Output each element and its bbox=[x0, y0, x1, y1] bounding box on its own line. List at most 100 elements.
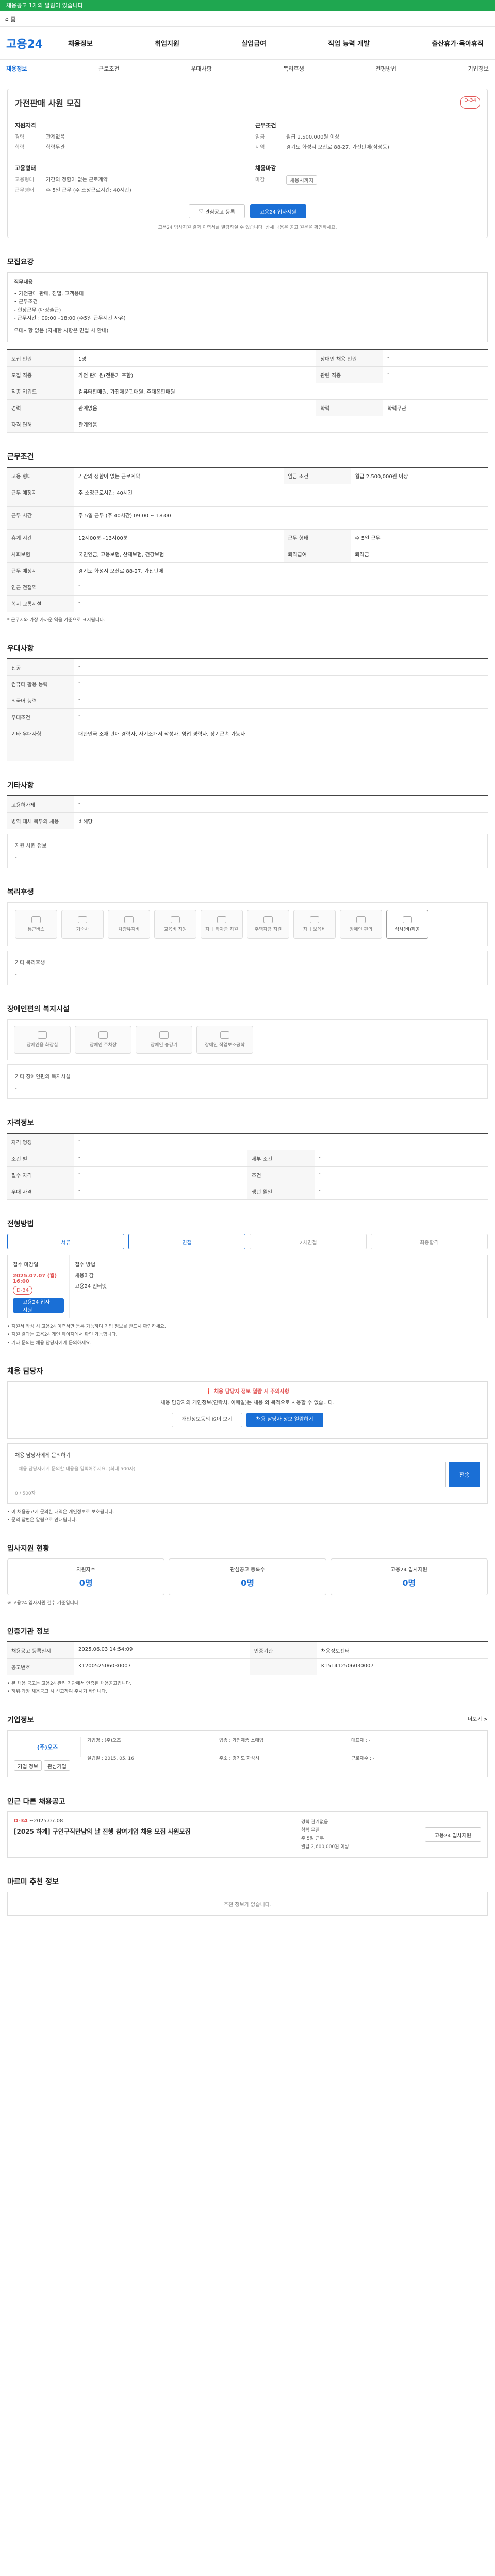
section-title: 전형방법 bbox=[7, 1220, 34, 1228]
req-heading: 지원자격 bbox=[15, 122, 36, 129]
inquiry-label: 채용 담당자에게 문의하기 bbox=[15, 1453, 71, 1459]
cell-value: - bbox=[74, 1166, 248, 1183]
duty-line: 우대사항 없음 (자세한 사항은 면접 시 안내) bbox=[14, 328, 109, 334]
fav-company-button[interactable]: 관심기업 bbox=[43, 1760, 70, 1771]
cell-value: 국민연금, 고용보험, 산재보험, 건강보험 bbox=[74, 546, 284, 563]
other-apply-button[interactable]: 고용24 입사지원 bbox=[424, 1827, 481, 1842]
license-table: 자격 명칭 - 조건 별 - 세부 조건 - 필수 자격 - 조건 - 우대 자격 - 생년 월일… bbox=[7, 1133, 488, 1200]
table-row: 사회보험 국민연금, 고용보험, 산재보험, 건강보험 퇴직급여 퇴직금 bbox=[7, 546, 488, 563]
cell-value: K151412506030007 bbox=[317, 1658, 488, 1675]
tab-company[interactable]: 기업정보 bbox=[468, 64, 488, 73]
book-icon bbox=[171, 916, 180, 923]
tab-recruit[interactable]: 채용정보 bbox=[6, 64, 27, 73]
home-icon[interactable]: ⌂ bbox=[5, 15, 9, 22]
duty-line: • 근무조건 bbox=[14, 299, 38, 305]
info-item: 주소 : 경기도 화성시 bbox=[219, 1756, 259, 1761]
cell-label: 기타 우대사항 bbox=[7, 725, 74, 761]
apply-button[interactable]: 고용24 입사지원 bbox=[250, 204, 306, 218]
tab-selection[interactable]: 전형방법 bbox=[375, 64, 396, 73]
more-link[interactable]: 더보기 > bbox=[468, 1715, 488, 1725]
cell-value: - bbox=[74, 796, 488, 813]
welfare-label: 자녀 보육비 bbox=[303, 927, 326, 933]
cell-label: 조건 bbox=[248, 1166, 315, 1183]
cell-value: - bbox=[74, 1133, 488, 1150]
view-manager-button[interactable]: 채용 담당자 정보 열람하기 bbox=[246, 1413, 323, 1427]
cell-label: 근무 예정지 bbox=[7, 484, 74, 507]
view-without-consent-button[interactable]: 개인정보동의 없이 보기 bbox=[172, 1413, 242, 1427]
menu-item[interactable]: 직업 능력 개발 bbox=[328, 38, 370, 48]
tab-welfare[interactable]: 복리후생 bbox=[283, 64, 304, 73]
welfare-item: 통근버스 bbox=[15, 910, 57, 939]
inquiry-textarea[interactable]: 채용 담당자에게 문의할 내용을 입력해주세요. (최대 500자) bbox=[15, 1462, 446, 1487]
cell-value: - bbox=[74, 595, 488, 612]
tab-preference[interactable]: 우대사항 bbox=[191, 64, 211, 73]
inquiry-area: 채용 담당자에게 문의하기 채용 담당자에게 문의할 내용을 입력해주세요. (… bbox=[7, 1443, 488, 1504]
save-job-button[interactable]: ♡ 관심공고 등록 bbox=[189, 204, 245, 218]
kv-value: 주 5일 근무 (주 소정근로시간: 40시간) bbox=[46, 188, 131, 193]
cell-label: 고용 형태 bbox=[7, 467, 74, 484]
site-logo[interactable]: 고용24 bbox=[6, 35, 68, 52]
notice-banner[interactable]: 채용공고 1개의 알림이 있습니다 bbox=[0, 0, 495, 11]
other-job-card[interactable]: D-34 ~2025.07.08 [2025 하계] 구인구직만남의 날 진행 … bbox=[7, 1811, 488, 1858]
table-row: 공고번호 K120052506030007 K151412506030007 bbox=[7, 1658, 488, 1675]
menu-item[interactable]: 채용정보 bbox=[68, 38, 93, 48]
welfare-icons: 통근버스 기숙사 차량유지비 교육비 지원 자녀 학자금 지원 주택자금 지원 … bbox=[7, 902, 488, 946]
menu-item[interactable]: 출산휴가·육아휴직 bbox=[432, 38, 484, 48]
cell-value: 가전 판매원(전문가 포함) bbox=[74, 366, 317, 383]
welfare-item: 주택자금 지원 bbox=[247, 910, 289, 939]
facility-sub: 기타 장애인편의 복지시설 - bbox=[7, 1064, 488, 1099]
welfare-label: 통근버스 bbox=[27, 927, 45, 933]
stat-label: 고용24 입사지원 bbox=[390, 1567, 427, 1573]
home-link[interactable]: 홈 bbox=[10, 15, 15, 23]
cell-value: 12시00분~13시00분 bbox=[74, 529, 284, 546]
parking-icon bbox=[98, 1031, 108, 1039]
menu-item[interactable]: 취업지원 bbox=[155, 38, 179, 48]
cell-value: 대한민국 소재 판매 경력자, 자기소개서 작성자, 영업 경력자, 장기근속 … bbox=[74, 725, 488, 761]
table-row: 자격 명칭 - bbox=[7, 1133, 488, 1150]
info-label: 설립일 bbox=[87, 1756, 100, 1761]
dday-badge: D-34 bbox=[13, 1286, 33, 1295]
welfare-label: 장애인 편의 bbox=[349, 927, 373, 933]
cell-label: 직종 키워드 bbox=[7, 383, 74, 400]
apply-button[interactable]: 고용24 입사지원 bbox=[13, 1298, 64, 1313]
other-job-title[interactable]: [2025 하계] 구인구직만남의 날 진행 참여기업 채용 모집 사원모집 bbox=[14, 1827, 291, 1836]
cell-value: 컴퓨터판매원, 가전제품판매원, 휴대폰판매원 bbox=[74, 383, 488, 400]
info-value: 경기도 화성시 bbox=[232, 1756, 259, 1761]
send-button[interactable]: 전송 bbox=[449, 1462, 480, 1487]
other-tag: 주 5일 근무 bbox=[301, 1836, 324, 1841]
cell-value: 학력무관 bbox=[383, 399, 488, 416]
table-row: 자격 면허 관계없음 bbox=[7, 416, 488, 433]
section-title: 마르미 추천 정보 bbox=[7, 1878, 59, 1886]
tab-conditions[interactable]: 근로조건 bbox=[98, 64, 119, 73]
step-item: 면접 bbox=[128, 1234, 245, 1249]
section-title: 장애인편의 복지시설 bbox=[7, 1005, 70, 1013]
cell-value: - bbox=[74, 659, 488, 676]
cell-label: 사회보험 bbox=[7, 546, 74, 563]
cell-label: 인근 전철역 bbox=[7, 579, 74, 596]
cell-value: - bbox=[315, 1166, 488, 1183]
cell-label: 장애인 채용 인원 bbox=[316, 350, 384, 367]
table-row: 우대 자격 - 생년 월일 - bbox=[7, 1183, 488, 1200]
cell-value: 월급 2,500,000원 이상 bbox=[351, 467, 488, 484]
note-line: • 지원서 작성 시 고용24 이력서만 등록 가능하며 기업 정보를 반드시 … bbox=[7, 1324, 166, 1329]
info-label: 주소 bbox=[219, 1756, 228, 1761]
cell-label: 컴퓨터 활용 능력 bbox=[7, 675, 74, 692]
job-summary-card: 가전판매 사원 모집 D-34 지원자격 경력 관계없음 학력 학력무관 고용형태 고… bbox=[7, 89, 488, 238]
apply-stats: 지원자수 0명 관심공고 등록수 0명 고용24 입사지원 0명 bbox=[7, 1558, 488, 1595]
facility-label: 장애인 작업보조공학 bbox=[205, 1043, 245, 1048]
menu-item[interactable]: 실업급여 bbox=[241, 38, 266, 48]
section-title: 기업정보 bbox=[7, 1716, 34, 1724]
empty-state: 추천 정보가 없습니다. bbox=[7, 1892, 488, 1916]
kv-value: 학력무관 bbox=[46, 145, 65, 150]
company-info-button[interactable]: 기업 정보 bbox=[14, 1760, 42, 1771]
preference-table: 전공 - 컴퓨터 활용 능력 - 외국어 능력 - 우대조건 - 기타 우대사항 대한민국… bbox=[7, 658, 488, 761]
kv-value: 채용시까지 bbox=[286, 175, 317, 185]
period-label: 접수 마감일 bbox=[13, 1262, 39, 1268]
method-label: 접수 방법 bbox=[75, 1262, 95, 1268]
top-utility-bar: ⌂ 홈 bbox=[0, 11, 495, 27]
kv-value: 월급 2,500,000원 이상 bbox=[286, 134, 340, 140]
table-row: 근무 예정지 경기도 화성시 오산로 88-27, 가전판매 bbox=[7, 562, 488, 579]
recruit-table: 모집 인원 1명 장애인 채용 인원 - 모집 직종 가전 판매원(전문가 포함) 관련 … bbox=[7, 349, 488, 433]
cell-value: 주 소정근로시간: 40시간 bbox=[74, 484, 488, 507]
cell-value: 2025.06.03 14:54:09 bbox=[74, 1642, 250, 1659]
